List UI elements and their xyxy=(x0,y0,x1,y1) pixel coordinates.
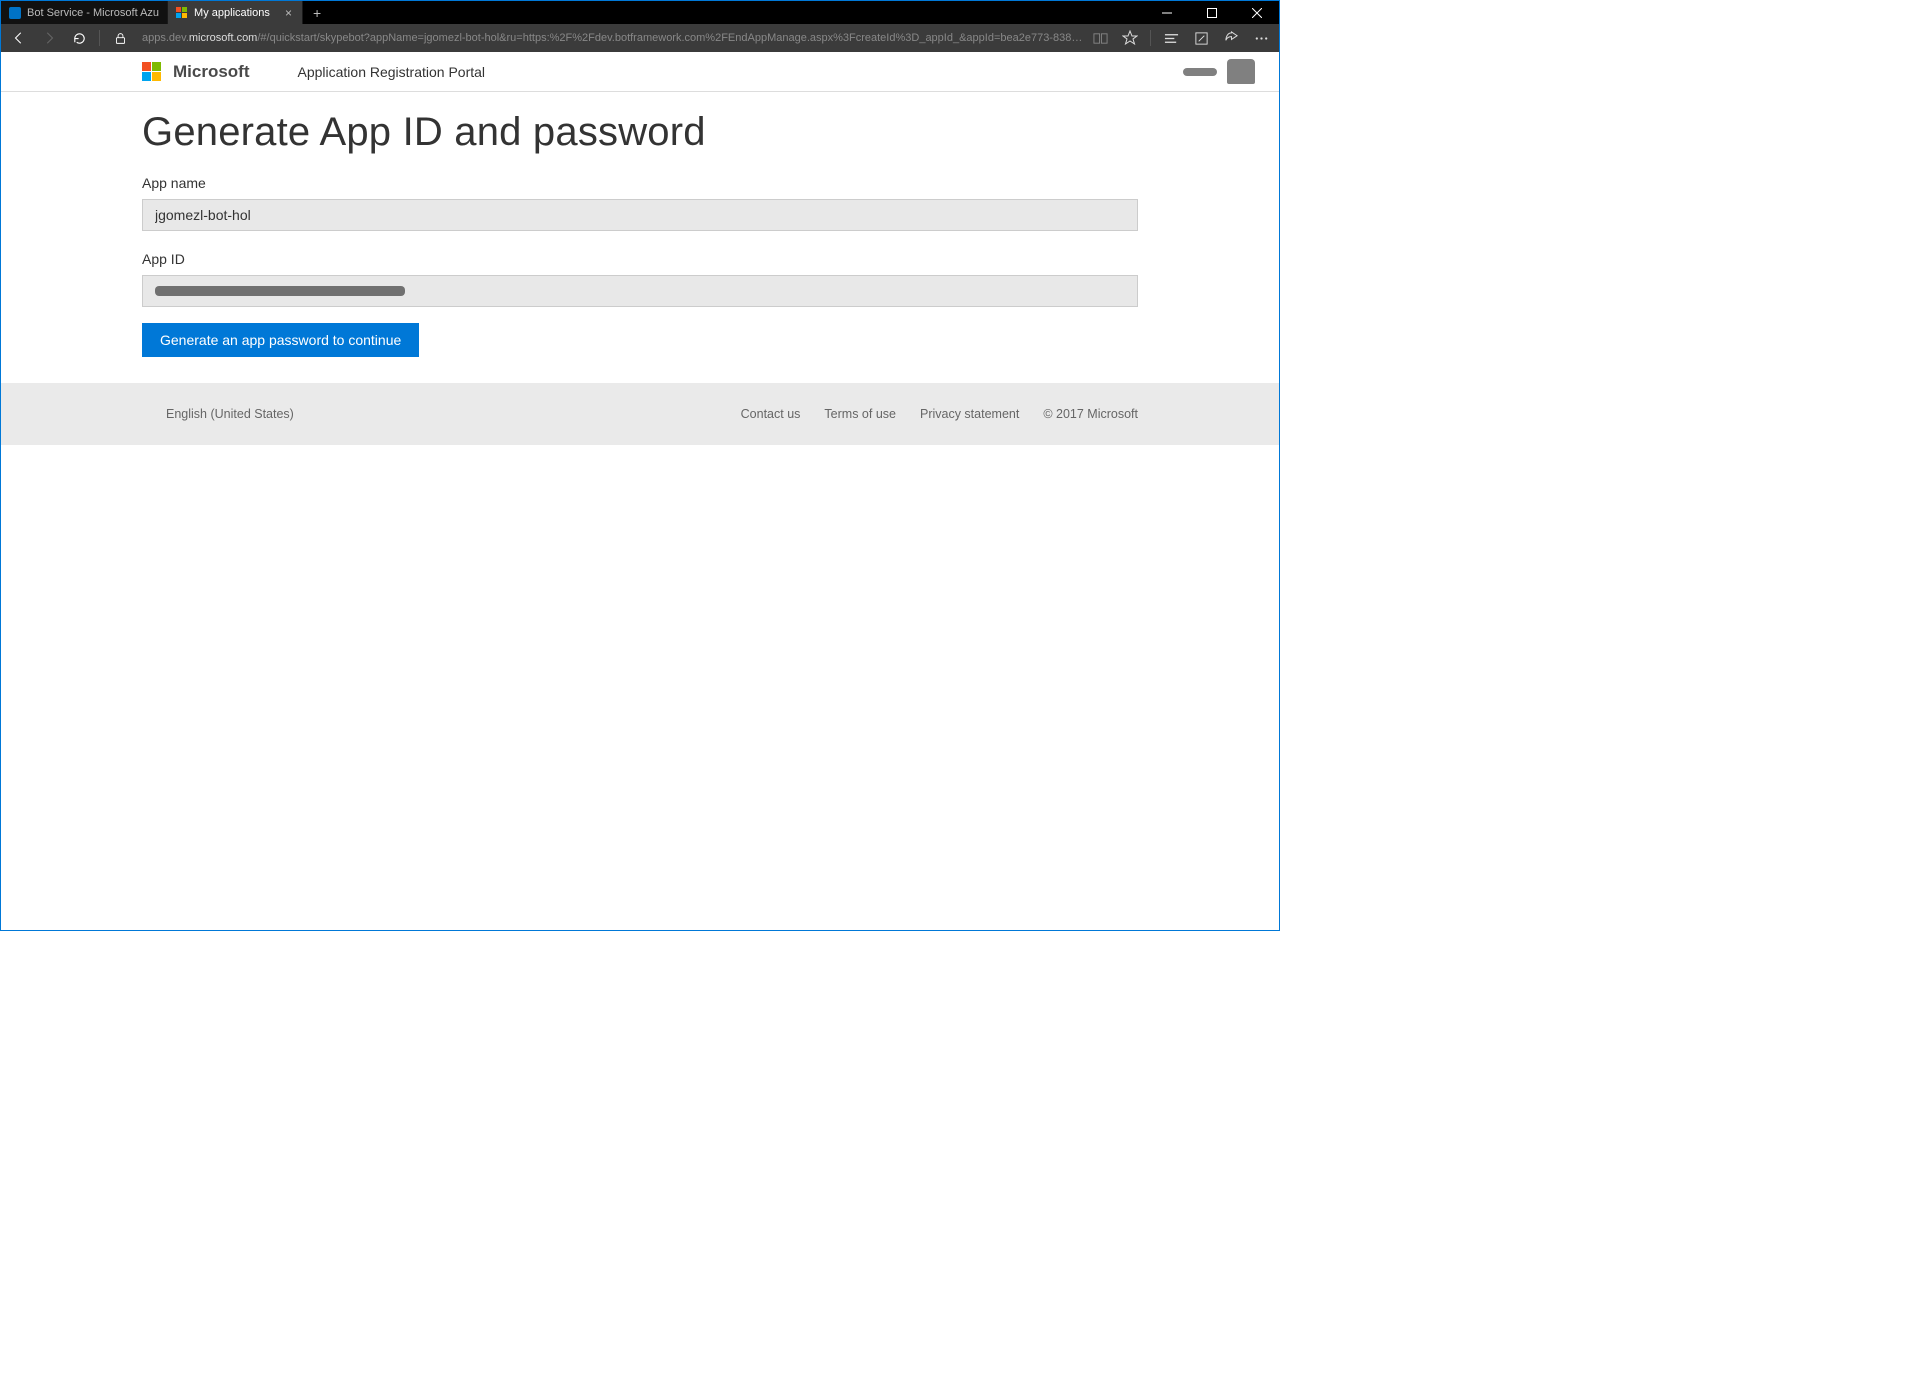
page-header: Microsoft Application Registration Porta… xyxy=(1,52,1279,92)
copyright: © 2017 Microsoft xyxy=(1043,407,1138,421)
share-icon[interactable] xyxy=(1217,24,1245,52)
webnote-icon[interactable] xyxy=(1187,24,1215,52)
page-footer: English (United States) Contact us Terms… xyxy=(1,383,1279,445)
page-title: Generate App ID and password xyxy=(142,110,1138,155)
window-titlebar: Bot Service - Microsoft Azu My applicati… xyxy=(1,1,1279,24)
app-name-label: App name xyxy=(142,175,1138,191)
tab-strip: Bot Service - Microsoft Azu My applicati… xyxy=(1,1,331,24)
app-id-field[interactable] xyxy=(142,275,1138,307)
microsoft-logo[interactable]: Microsoft xyxy=(142,62,250,82)
more-icon[interactable] xyxy=(1247,24,1275,52)
back-button[interactable] xyxy=(5,24,33,52)
microsoft-icon xyxy=(142,62,161,81)
new-tab-button[interactable]: + xyxy=(303,1,331,24)
lock-icon[interactable] xyxy=(106,24,134,52)
address-bar: apps.dev.microsoft.com/#/quickstart/skyp… xyxy=(1,24,1279,52)
contact-link[interactable]: Contact us xyxy=(741,407,801,421)
url-prefix: apps.dev. xyxy=(142,32,189,44)
user-name-redacted xyxy=(1183,68,1217,76)
user-area[interactable] xyxy=(1183,59,1255,84)
favorite-icon[interactable] xyxy=(1116,24,1144,52)
minimize-button[interactable] xyxy=(1144,1,1189,24)
url-field[interactable]: apps.dev.microsoft.com/#/quickstart/skyp… xyxy=(142,32,1084,44)
refresh-button[interactable] xyxy=(65,24,93,52)
tab-label: My applications xyxy=(194,7,277,19)
main-content: Generate App ID and password App name Ap… xyxy=(1,92,1279,383)
tab-label: Bot Service - Microsoft Azu xyxy=(27,7,159,19)
window-controls xyxy=(1144,1,1279,24)
forward-button[interactable] xyxy=(35,24,63,52)
generate-password-button[interactable]: Generate an app password to continue xyxy=(142,323,419,357)
azure-icon xyxy=(9,7,21,19)
url-domain: microsoft.com xyxy=(189,32,257,44)
ms-icon xyxy=(176,7,188,19)
app-id-redacted xyxy=(155,286,405,296)
app-name-field[interactable] xyxy=(142,199,1138,231)
privacy-link[interactable]: Privacy statement xyxy=(920,407,1019,421)
close-icon[interactable]: × xyxy=(283,6,294,20)
tab-bot-service[interactable]: Bot Service - Microsoft Azu xyxy=(1,1,168,24)
close-window-button[interactable] xyxy=(1234,1,1279,24)
brand-wordmark: Microsoft xyxy=(173,62,250,82)
avatar xyxy=(1227,59,1255,84)
hub-icon[interactable] xyxy=(1157,24,1185,52)
reading-view-icon[interactable] xyxy=(1086,24,1114,52)
terms-link[interactable]: Terms of use xyxy=(824,407,896,421)
portal-title: Application Registration Portal xyxy=(298,64,486,80)
language-selector[interactable]: English (United States) xyxy=(166,407,294,421)
url-path: /#/quickstart/skypebot?appName=jgomezl-b… xyxy=(257,32,1084,44)
maximize-button[interactable] xyxy=(1189,1,1234,24)
app-id-label: App ID xyxy=(142,251,1138,267)
tab-my-applications[interactable]: My applications × xyxy=(168,1,303,24)
